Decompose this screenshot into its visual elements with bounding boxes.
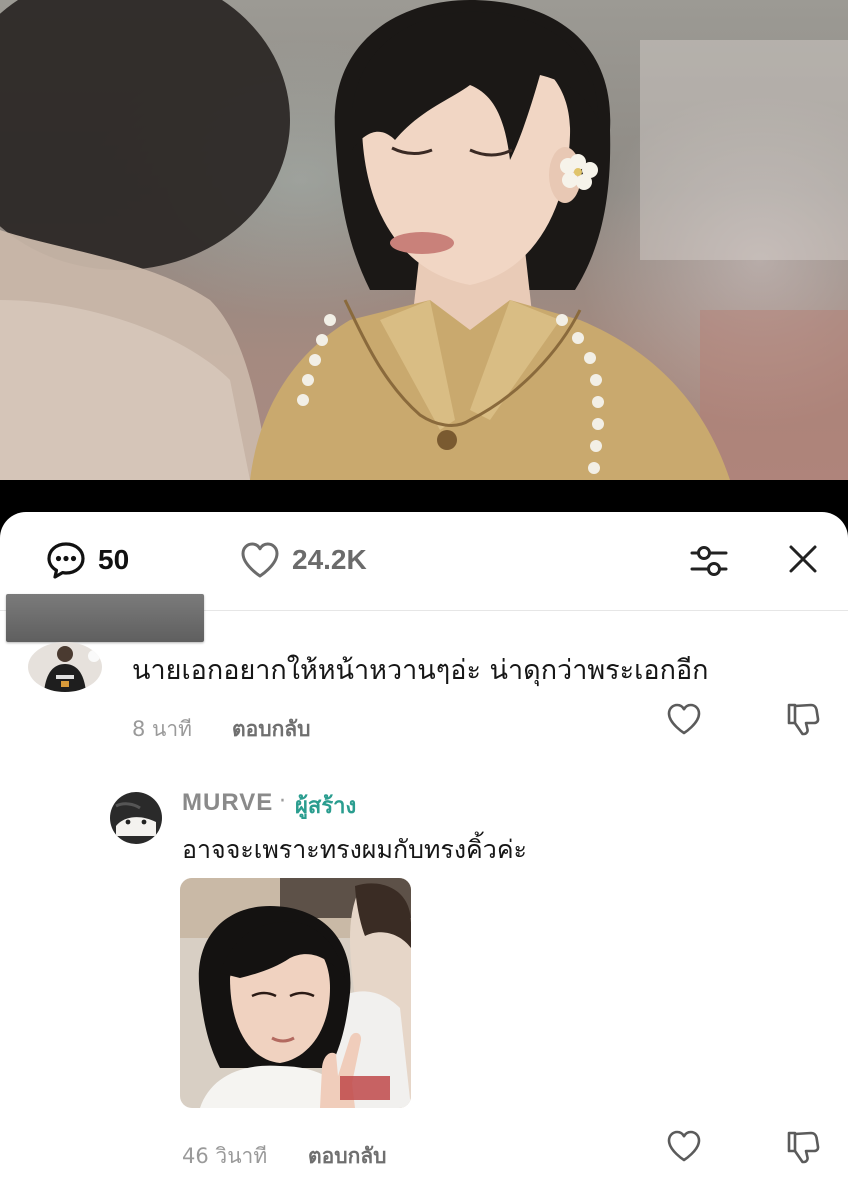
- creator-avatar-image: [110, 792, 162, 844]
- dislike-icon: [787, 703, 820, 736]
- like-icon: [667, 703, 701, 735]
- filter-button[interactable]: [688, 540, 730, 582]
- reply-text: อาจจะเพราะทรงผมกับทรงคิ้วค่ะ: [182, 835, 527, 864]
- reply-author[interactable]: MURVE: [182, 789, 273, 817]
- reply-button[interactable]: ตอบกลับ: [232, 713, 311, 746]
- video-still[interactable]: [0, 0, 848, 480]
- avatar[interactable]: [28, 642, 102, 692]
- creator-badge: ผู้สร้าง: [295, 794, 357, 819]
- like-count-value: 24.2K: [292, 544, 367, 575]
- avatar-image: [28, 642, 102, 692]
- creator-avatar[interactable]: [110, 792, 162, 844]
- author-separator: ·: [279, 789, 286, 814]
- close-button[interactable]: [784, 540, 822, 578]
- close-icon: [789, 545, 817, 573]
- reply-photo-image: [180, 878, 411, 1108]
- dislike-reply-button[interactable]: [784, 1128, 822, 1166]
- filter-icon: [690, 546, 728, 576]
- reply-photo[interactable]: [180, 878, 411, 1108]
- redacted-username: [6, 594, 204, 642]
- reply-reply-button[interactable]: ตอบกลับ: [308, 1140, 387, 1173]
- comment-text: นายเอกอยากให้หน้าหวานๆอ่ะ น่าดุกว่าพระเอ…: [132, 655, 709, 686]
- like-comment-button[interactable]: [665, 701, 703, 737]
- comment-icon: [47, 542, 85, 579]
- video-illustration: [0, 0, 848, 480]
- like-count[interactable]: 24.2K: [240, 540, 367, 580]
- comment-sheet: 50 24.2K นายเอกอยากให้หน้าหวานๆอ่ะ น่าดุ…: [0, 512, 848, 1200]
- comment-count[interactable]: 50: [46, 540, 129, 580]
- comment-count-value: 50: [98, 544, 130, 575]
- like-icon: [667, 1130, 701, 1162]
- dislike-comment-button[interactable]: [784, 700, 822, 738]
- heart-icon: [241, 542, 279, 578]
- dislike-icon: [787, 1131, 820, 1164]
- like-reply-button[interactable]: [665, 1128, 703, 1164]
- reply-time: 46 วินาที: [182, 1144, 268, 1168]
- comment-time: 8 นาที: [132, 717, 193, 741]
